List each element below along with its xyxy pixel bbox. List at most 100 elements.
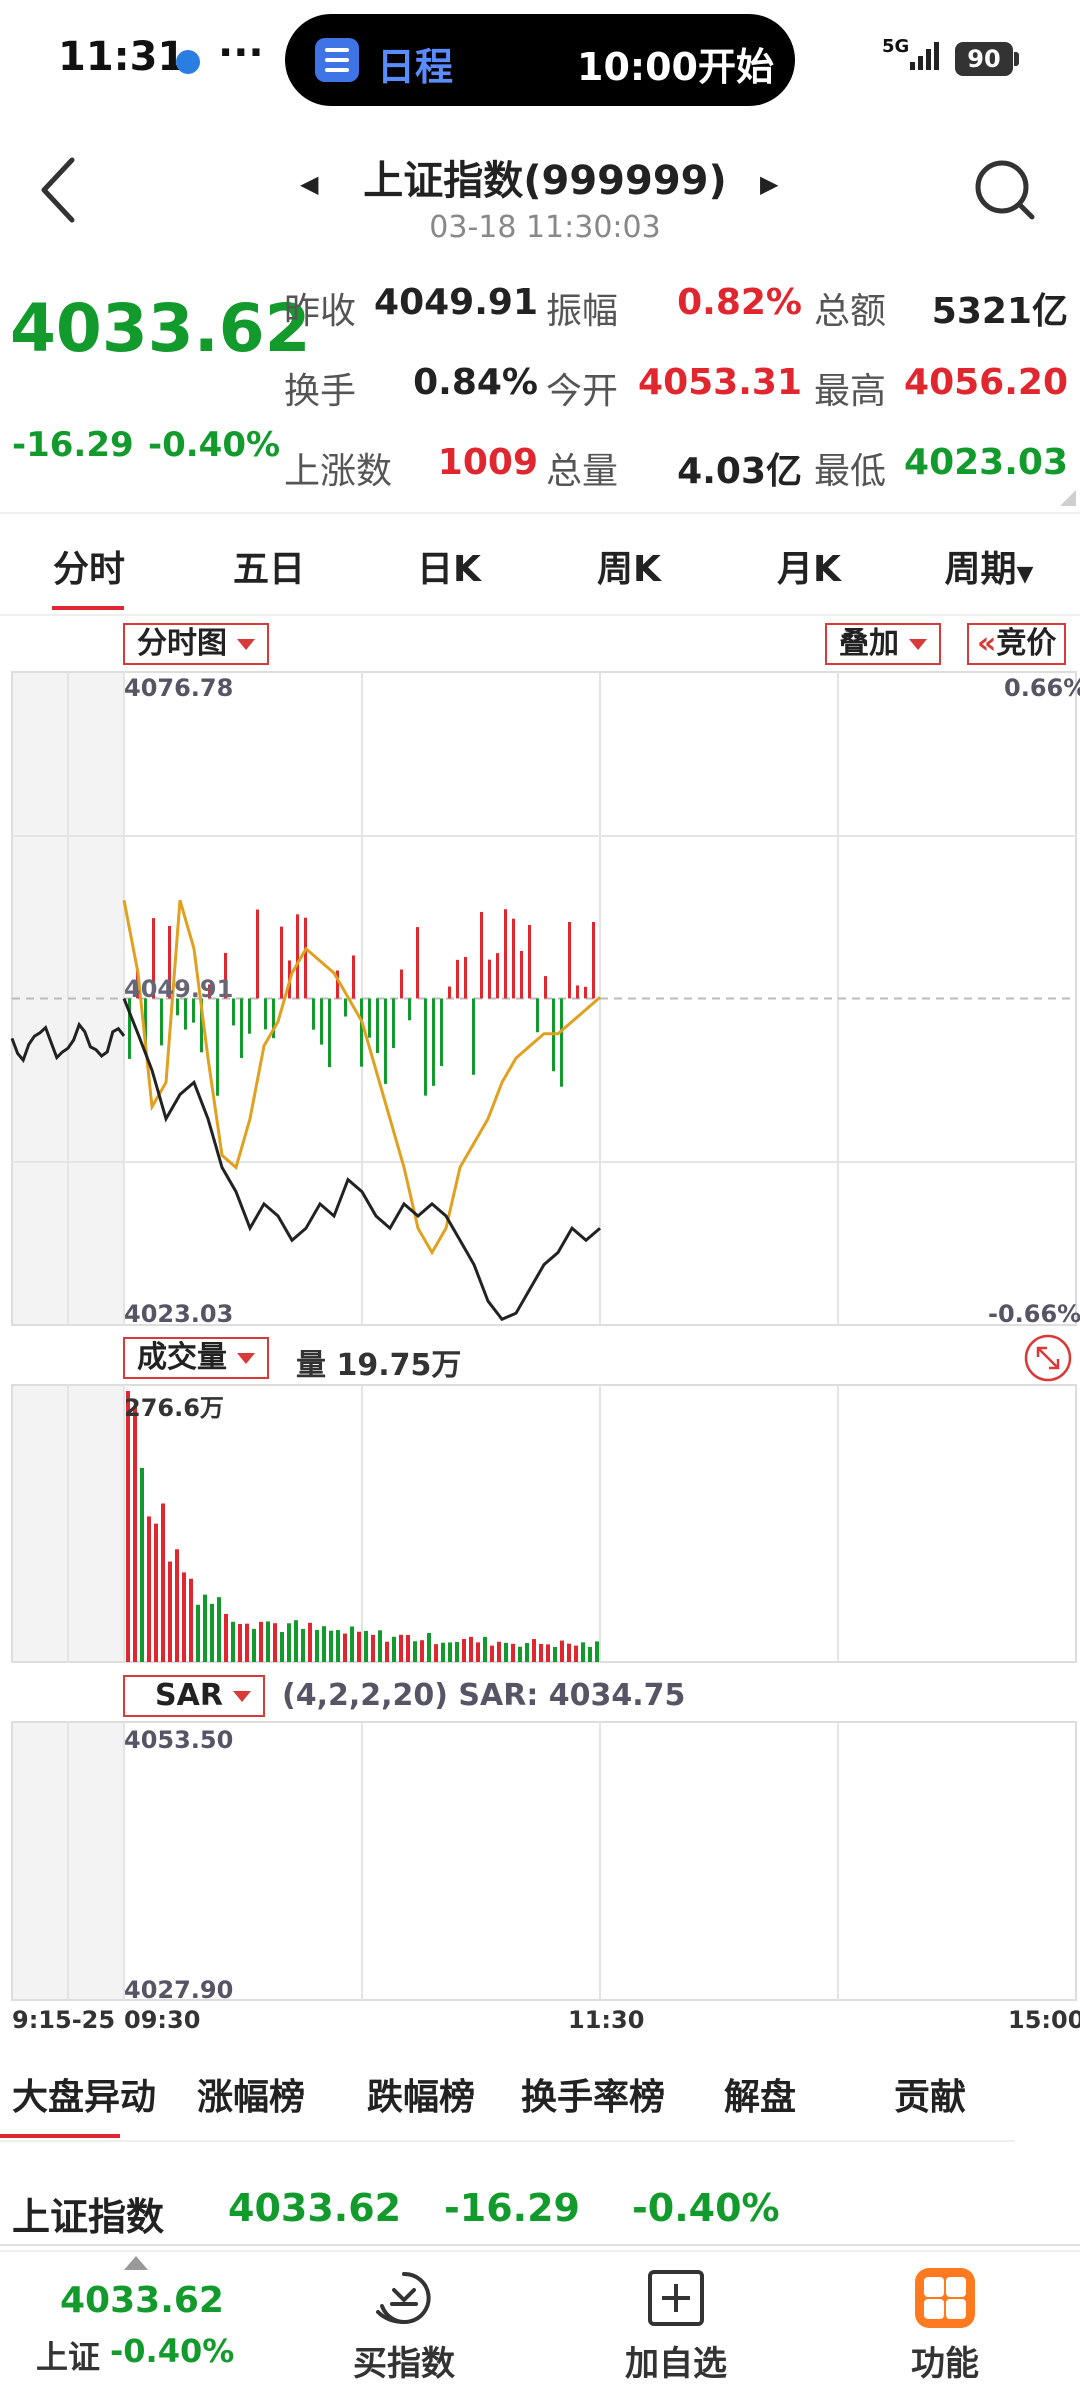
pct-high-label: 0.66% bbox=[1004, 674, 1080, 702]
indicator-dropdown-sar[interactable]: SAR bbox=[123, 1675, 265, 1717]
tab-gainers[interactable]: 涨幅榜 bbox=[176, 2068, 326, 2120]
overlay-dropdown[interactable]: 叠加 bbox=[825, 623, 941, 665]
volume-bar bbox=[483, 1636, 487, 1662]
divider bbox=[0, 512, 1080, 514]
index-row-price: 4033.62 bbox=[228, 2186, 402, 2230]
network-type: 5G bbox=[882, 36, 910, 57]
stat-value: 5321亿 bbox=[931, 291, 1068, 332]
volume-bar bbox=[154, 1523, 158, 1662]
time-midday-label: 11:30 bbox=[568, 2006, 645, 2034]
nav-buy-index[interactable]: 买指数 bbox=[324, 2336, 484, 2385]
schedule-pill[interactable]: 日程 10:00开始 bbox=[285, 14, 795, 106]
tab-contribution[interactable]: 贡献 bbox=[860, 2068, 1000, 2120]
stat-value: 0.82% bbox=[677, 282, 802, 323]
function-grid-icon[interactable] bbox=[915, 2268, 975, 2328]
imbalance-bar bbox=[312, 998, 315, 1030]
chevron-down-icon bbox=[237, 1353, 255, 1364]
volume-bar bbox=[469, 1636, 473, 1662]
search-icon[interactable] bbox=[970, 155, 1040, 225]
tab-analysis[interactable]: 解盘 bbox=[690, 2068, 830, 2120]
imbalance-bar bbox=[456, 959, 459, 999]
add-watchlist-icon[interactable] bbox=[646, 2268, 706, 2328]
volume-bar bbox=[595, 1641, 599, 1662]
volume-bar bbox=[441, 1642, 445, 1662]
imbalance-bar bbox=[408, 998, 411, 1021]
nav-index-pct: -0.40% bbox=[110, 2332, 235, 2370]
page-title: 上证指数(999999) bbox=[363, 158, 727, 204]
expand-corner-icon[interactable] bbox=[1060, 490, 1076, 506]
nav-index-price[interactable]: 4033.62 bbox=[60, 2280, 224, 2321]
back-icon[interactable] bbox=[30, 150, 90, 230]
chart-type-dropdown[interactable]: 分时图 bbox=[123, 623, 269, 665]
fullscreen-icon[interactable] bbox=[1023, 1333, 1073, 1383]
app-notification-icon bbox=[176, 50, 200, 74]
volume-bar bbox=[497, 1641, 501, 1662]
imbalance-bar bbox=[464, 956, 467, 999]
volume-bar bbox=[329, 1630, 333, 1662]
volume-readout: 量 19.75万 bbox=[296, 1348, 462, 1383]
tab-losers[interactable]: 跌幅榜 bbox=[346, 2068, 496, 2120]
volume-bar bbox=[413, 1641, 417, 1662]
volume-bar bbox=[266, 1621, 270, 1662]
chevron-down-icon bbox=[909, 639, 927, 650]
volume-bar bbox=[504, 1642, 508, 1662]
imbalance-bar bbox=[472, 998, 475, 1075]
tab-period[interactable]: 周期▼ bbox=[914, 540, 1064, 592]
nav-add-watchlist[interactable]: 加自选 bbox=[596, 2336, 756, 2385]
imbalance-bar bbox=[512, 918, 515, 999]
volume-bar bbox=[217, 1597, 221, 1662]
current-price: 4033.62 bbox=[10, 290, 311, 367]
schedule-time: 10:00开始 bbox=[577, 45, 774, 89]
tab-market-movers[interactable]: 大盘异动 bbox=[4, 2068, 164, 2120]
tab-monthly-k[interactable]: 月K bbox=[734, 540, 884, 592]
imbalance-bar bbox=[416, 927, 419, 999]
imbalance-bar bbox=[280, 926, 283, 999]
buy-index-icon[interactable] bbox=[374, 2268, 434, 2328]
volume-bar bbox=[546, 1644, 550, 1662]
volume-bar bbox=[336, 1630, 340, 1662]
volume-bar bbox=[182, 1572, 186, 1662]
time-close-label: 15:00 bbox=[1008, 2006, 1080, 2034]
volume-bar bbox=[273, 1623, 277, 1662]
schedule-label: 日程 bbox=[377, 45, 454, 89]
tab-daily-k[interactable]: 日K bbox=[374, 540, 524, 592]
index-row-change: -16.29 bbox=[444, 2186, 580, 2230]
tab-turnover[interactable]: 换手率榜 bbox=[508, 2068, 678, 2120]
tab-underline bbox=[0, 2134, 120, 2138]
volume-bar bbox=[427, 1632, 431, 1662]
quote-datetime: 03-18 11:30:03 bbox=[429, 210, 661, 245]
sar-dropdown-label: SAR bbox=[155, 1678, 223, 1713]
imbalance-bar bbox=[520, 950, 523, 999]
volume-bar bbox=[434, 1644, 438, 1662]
prev-stock-icon[interactable]: ◀ bbox=[300, 170, 318, 198]
volume-bar bbox=[343, 1633, 347, 1662]
imbalance-bar bbox=[504, 909, 507, 999]
volume-bar bbox=[301, 1628, 305, 1662]
tab-period-label: 周期 bbox=[944, 549, 1017, 590]
sar-high-label: 4053.50 bbox=[124, 1726, 234, 1754]
divider bbox=[0, 614, 1080, 616]
indicator-dropdown-volume[interactable]: 成交量 bbox=[123, 1337, 269, 1379]
price-ref-label: 4049.91 bbox=[124, 975, 234, 1003]
imbalance-bar bbox=[256, 909, 259, 999]
nav-functions[interactable]: 功能 bbox=[865, 2336, 1025, 2385]
expand-up-icon[interactable] bbox=[124, 2256, 148, 2270]
volume-bar bbox=[455, 1641, 459, 1662]
volume-bar bbox=[567, 1643, 571, 1662]
tab-intraday[interactable]: 分时 bbox=[14, 540, 164, 592]
index-row-name: 上证指数 bbox=[12, 2195, 165, 2239]
divider bbox=[0, 2244, 1080, 2246]
next-stock-icon[interactable]: ▶ bbox=[760, 170, 778, 198]
stat-value: 4049.91 bbox=[374, 282, 538, 323]
divider bbox=[0, 2140, 1015, 2142]
tab-weekly-k[interactable]: 周K bbox=[554, 540, 704, 592]
imbalance-bar bbox=[304, 917, 307, 999]
volume-bar bbox=[238, 1624, 242, 1662]
imbalance-bar bbox=[352, 955, 355, 999]
stat-value: 4053.31 bbox=[638, 362, 802, 403]
tab-five-day[interactable]: 五日 bbox=[194, 540, 344, 592]
stat-value: 1009 bbox=[437, 442, 538, 483]
imbalance-bar bbox=[376, 998, 379, 1054]
index-row-pct: -0.40% bbox=[632, 2186, 780, 2230]
auction-button[interactable]: «竞价 bbox=[967, 623, 1067, 665]
